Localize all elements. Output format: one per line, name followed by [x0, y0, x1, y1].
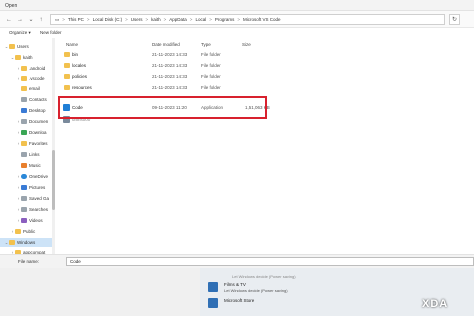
list-item[interactable]: Films & TV Let Windows decide (Power sav…: [208, 282, 408, 294]
monitor-icon: ▭: [55, 16, 60, 22]
command-bar: Organize ▾ New folder: [0, 28, 474, 38]
link-icon: [21, 152, 27, 157]
address-bar[interactable]: ▭ > This PC > Local Disk (C:) > Users > …: [50, 14, 445, 25]
sidebar-item-saved-games[interactable]: › Saved Ga: [0, 194, 54, 203]
folder-icon: [21, 66, 27, 71]
films-tv-icon: [208, 282, 218, 292]
folder-icon: [21, 76, 27, 81]
sidebar-item-email[interactable]: email: [0, 84, 54, 93]
game-icon: [21, 196, 27, 201]
folder-icon: [9, 44, 15, 49]
store-icon: [208, 298, 218, 308]
navigation-pane: ⌄ Users ⌄ kaith › .android › .vscode email C…: [0, 38, 54, 254]
breadcrumb-kaith[interactable]: kaith: [151, 17, 161, 22]
sidebar-item-downloads[interactable]: › Downloa: [0, 128, 54, 137]
sidebar-scroll-thumb[interactable]: [52, 150, 55, 210]
breadcrumb-users[interactable]: Users: [131, 17, 143, 22]
sidebar-item-windows[interactable]: ⌄ Windows: [0, 238, 54, 247]
forward-icon[interactable]: →: [15, 15, 25, 25]
table-row[interactable]: resources 21-11-2023 14:33 File folder: [58, 82, 268, 93]
sidebar-item-music[interactable]: Music: [0, 161, 54, 170]
sidebar-item-public[interactable]: › Public: [0, 227, 54, 236]
refresh-icon[interactable]: ↻: [449, 14, 460, 25]
breadcrumb-appdata[interactable]: AppData: [169, 17, 187, 22]
star-icon: [21, 141, 27, 146]
breadcrumb-this-pc[interactable]: This PC: [68, 17, 84, 22]
table-row[interactable]: bin 21-11-2023 14:33 File folder: [58, 49, 268, 60]
folder-icon: [9, 240, 15, 245]
folder-icon: [21, 86, 27, 91]
sidebar-item-vscode[interactable]: › .vscode: [0, 74, 54, 83]
folder-icon: [64, 85, 70, 90]
sidebar-item-pictures[interactable]: › Pictures: [0, 183, 54, 192]
breadcrumb-local-disk[interactable]: Local Disk (C:): [93, 17, 123, 22]
list-item[interactable]: Microsoft Store: [208, 298, 408, 310]
column-headers: Name Date modified Type Size: [56, 40, 468, 49]
column-header-name[interactable]: Name: [66, 42, 78, 47]
column-header-size[interactable]: Size: [242, 42, 251, 47]
sidebar-item-searches[interactable]: › Searches: [0, 205, 54, 214]
cloud-icon: [21, 174, 27, 179]
sidebar-scrollbar[interactable]: [52, 38, 55, 254]
breadcrumb-programs[interactable]: Programs: [215, 17, 235, 22]
organize-button[interactable]: Organize ▾: [9, 30, 31, 36]
folder-icon: [15, 55, 21, 60]
back-icon[interactable]: ←: [4, 15, 14, 25]
sidebar-item-kaith[interactable]: ⌄ kaith: [0, 53, 54, 62]
folder-icon: [64, 74, 70, 79]
column-header-date[interactable]: Date modified: [152, 42, 180, 47]
sidebar-item-users[interactable]: ⌄ Users: [0, 42, 54, 51]
document-icon: [21, 119, 27, 124]
table-row[interactable]: policies 21-11-2023 14:33 File folder: [58, 71, 268, 82]
sidebar-item-favorites[interactable]: › Favorites: [0, 139, 54, 148]
video-icon: [21, 218, 27, 223]
dropdown-icon[interactable]: ⌄: [26, 15, 36, 25]
sidebar-item-contacts[interactable]: Contacts: [0, 95, 54, 104]
sidebar-item-desktop[interactable]: Desktop: [0, 106, 54, 115]
window-title: Open: [5, 3, 18, 9]
sidebar-item-android[interactable]: › .android: [0, 64, 54, 73]
column-header-type[interactable]: Type: [201, 42, 211, 47]
contacts-icon: [21, 97, 27, 102]
picture-icon: [21, 185, 27, 190]
sidebar-item-onedrive[interactable]: › OneDrive: [0, 172, 54, 181]
sidebar-item-documents[interactable]: › Documen: [0, 117, 54, 126]
folder-icon: [64, 52, 70, 57]
desktop-icon: [21, 108, 27, 113]
open-file-dialog: Open ← → ⌄ ↑ ▭ > This PC > Local Disk (C…: [0, 0, 474, 268]
file-list: Name Date modified Type Size bin 21-11-2…: [56, 38, 468, 254]
folder-icon: [15, 229, 21, 234]
folder-icon: [64, 63, 70, 68]
table-row[interactable]: locales 21-11-2023 14:33 File folder: [58, 60, 268, 71]
filename-label: File name:: [18, 259, 40, 264]
xda-watermark: XDA: [422, 298, 449, 310]
new-folder-button[interactable]: New folder: [40, 30, 62, 35]
breadcrumb-local[interactable]: Local: [195, 17, 206, 22]
breadcrumb-vscode[interactable]: Microsoft VS Code: [243, 17, 281, 22]
download-icon: [21, 130, 27, 135]
highlight-box: [58, 96, 267, 119]
music-icon: [21, 163, 27, 168]
sidebar-item-links[interactable]: Links: [0, 150, 54, 159]
filename-input[interactable]: Code: [66, 257, 474, 266]
sidebar-item-videos[interactable]: › Videos: [0, 216, 54, 225]
filename-bar: File name: Code: [0, 254, 474, 268]
search-icon: [21, 207, 27, 212]
up-icon[interactable]: ↑: [36, 15, 46, 25]
navigation-bar: ← → ⌄ ↑ ▭ > This PC > Local Disk (C:) > …: [0, 11, 474, 28]
title-bar: Open: [0, 0, 474, 11]
